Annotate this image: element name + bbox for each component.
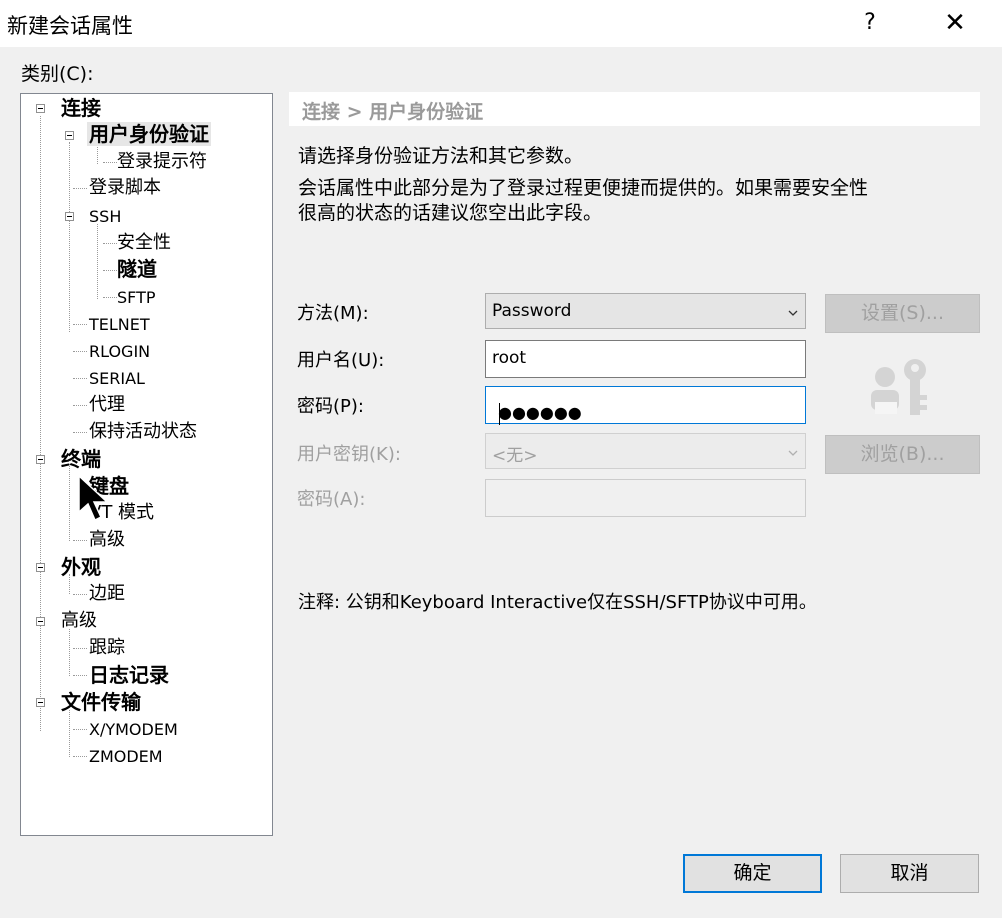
ok-button[interactable]: 确定 [683,854,822,893]
browse-button[interactable]: 浏览(B)... [825,435,980,474]
panel-description: 请选择身份验证方法和其它参数。 [298,145,584,167]
tree-line [73,729,87,730]
tree-item-xymodem[interactable]: X/YMODEM [89,718,178,742]
tree-line [73,188,87,189]
tree-line [69,466,70,541]
tree-line [73,351,87,352]
panel-description: 很高的状态的话建议您空出此字段。 [298,202,603,224]
tree-item-login-script[interactable]: 登录脚本 [89,176,161,200]
tree-line [103,270,117,271]
method-label: 方法(M): [297,303,369,324]
collapse-icon[interactable] [36,617,45,626]
password-field[interactable]: ●●●●●● [485,386,806,425]
collapse-icon[interactable] [36,455,45,464]
mouse-cursor-icon [78,474,109,522]
tree-line [73,378,87,379]
cancel-button[interactable]: 取消 [840,854,979,893]
tree-item-user-auth[interactable]: 用户身份验证 [87,122,211,146]
tree-line [103,162,117,163]
tree-item-login-prompt[interactable]: 登录提示符 [117,150,207,174]
tree-item-sftp[interactable]: SFTP [117,286,156,310]
tree-line [73,594,87,595]
username-label: 用户名(U): [297,350,385,371]
collapse-icon[interactable] [36,698,45,707]
passphrase-field[interactable] [485,479,806,517]
tree-line [73,432,87,433]
tree-line [73,675,87,676]
note-text: 注释: 公钥和Keyboard Interactive仅在SSH/SFTP协议中… [298,592,817,613]
window-title: 新建会话属性 [7,14,133,38]
tree-line [103,243,117,244]
collapse-icon[interactable] [65,131,74,140]
panel-breadcrumb: 连接 > 用户身份验证 [302,101,484,123]
tree-item-proxy[interactable]: 代理 [89,393,125,417]
username-field[interactable]: root [485,340,806,378]
text-caret [499,403,500,425]
user-key-value: <无> [492,446,538,466]
collapse-icon[interactable] [36,563,45,572]
title-bar: 新建会话属性 ? ✕ [0,0,1002,47]
tree-line [73,324,87,325]
chevron-down-icon [788,450,798,456]
tree-item-connection[interactable]: 连接 [61,96,101,120]
panel-description: 会话属性中此部分是为了登录过程更便捷而提供的。如果需要安全性 [298,177,869,199]
tree-line [103,297,117,298]
tree-item-security[interactable]: 安全性 [117,231,171,255]
tree-item-serial[interactable]: SERIAL [89,367,145,391]
tree-item-zmodem[interactable]: ZMODEM [89,745,163,769]
tree-line [73,405,87,406]
tree-item-tunnel[interactable]: 隧道 [117,257,157,281]
tree-line [73,756,87,757]
user-key-label: 用户密钥(K): [297,444,401,465]
passphrase-label: 密码(A): [297,489,366,510]
collapse-icon[interactable] [65,212,74,221]
close-button[interactable]: ✕ [930,4,980,42]
tree-line [73,540,87,541]
tree-line [73,648,87,649]
tree-item-terminal[interactable]: 终端 [61,447,101,471]
chevron-down-icon [788,310,798,316]
category-label: 类别(C): [21,63,94,85]
tree-line [69,142,70,332]
username-value: root [492,348,527,368]
tree-item-telnet[interactable]: TELNET [89,313,150,337]
tree-item-trace[interactable]: 跟踪 [89,636,125,660]
password-value: ●●●●●● [498,403,582,422]
tree-item-appearance[interactable]: 外观 [61,555,101,579]
tree-item-keepalive[interactable]: 保持活动状态 [89,420,197,444]
tree-item-logging[interactable]: 日志记录 [89,663,169,687]
tree-line [40,116,41,731]
tree-item-ssh[interactable]: SSH [89,205,121,229]
user-key-select[interactable]: <无> [485,433,806,469]
tree-item-rlogin[interactable]: RLOGIN [89,340,150,364]
tree-line [69,629,70,676]
category-tree[interactable]: 连接 用户身份验证 登录提示符 登录脚本 SSH 安全性 隧道 SFTP TEL… [20,93,273,836]
tree-line [97,224,98,299]
tree-item-file-transfer[interactable]: 文件传输 [61,690,141,714]
password-label: 密码(P): [297,396,364,417]
method-value: Password [492,301,572,321]
tree-line [69,710,70,757]
settings-button[interactable]: 设置(S)... [825,294,980,333]
tree-item-advanced[interactable]: 高级 [61,609,97,633]
panel-header: 连接 > 用户身份验证 [289,92,980,126]
tree-item-margin[interactable]: 边距 [89,582,125,606]
user-key-icon [871,359,927,415]
method-select[interactable]: Password [485,293,806,329]
collapse-icon[interactable] [36,104,45,113]
help-button[interactable]: ? [855,4,885,42]
